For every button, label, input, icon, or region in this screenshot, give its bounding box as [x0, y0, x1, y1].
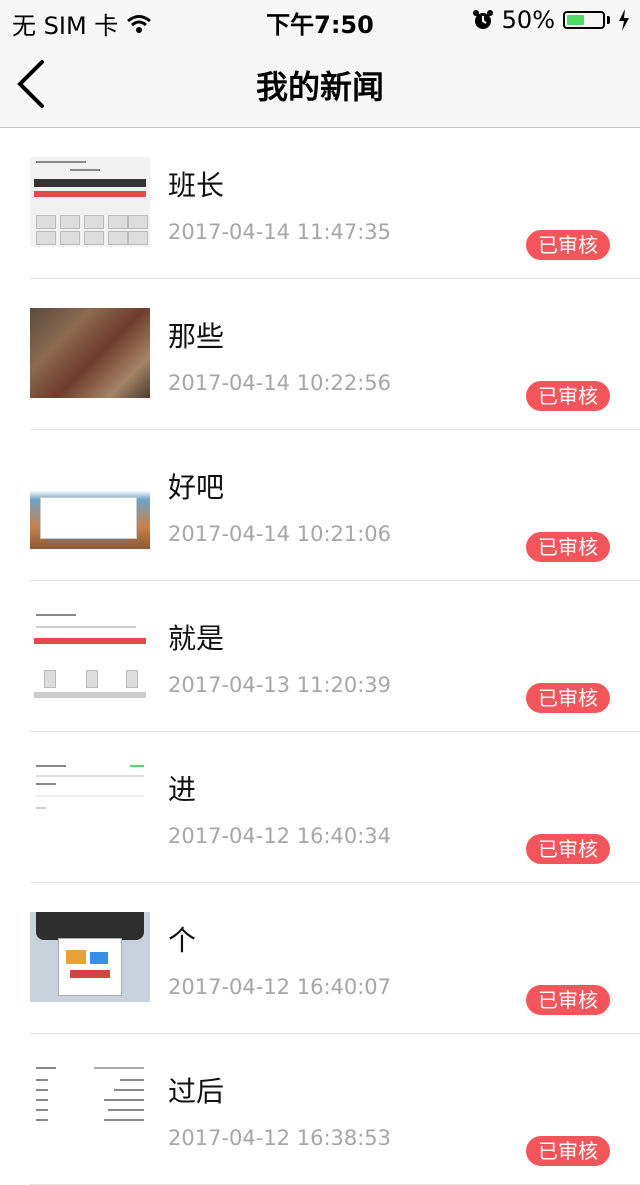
status-right: 50% [472, 6, 630, 34]
navigation-bar: 我的新闻 [0, 40, 640, 128]
status-badge: 已审核 [526, 532, 610, 562]
status-badge: 已审核 [526, 985, 610, 1015]
news-item[interactable]: 那些 2017-04-14 10:22:56 已审核 [30, 279, 640, 430]
news-thumbnail [30, 1063, 150, 1153]
news-thumbnail [30, 761, 150, 851]
news-time: 2017-04-12 16:38:53 [168, 1126, 392, 1150]
news-thumbnail [30, 912, 150, 1002]
news-thumbnail [30, 308, 150, 398]
news-item[interactable]: 个 2017-04-12 16:40:07 已审核 [30, 883, 640, 1034]
status-badge: 已审核 [526, 1136, 610, 1166]
news-thumbnail [30, 459, 150, 549]
charging-bolt-icon [619, 9, 629, 31]
news-title: 个 [168, 924, 197, 957]
news-time: 2017-04-14 10:22:56 [168, 371, 392, 395]
news-thumbnail [30, 157, 150, 247]
news-item[interactable]: 过后 2017-04-12 16:38:53 已审核 [30, 1034, 640, 1185]
news-title: 就是 [168, 622, 225, 655]
news-time: 2017-04-14 10:21:06 [168, 522, 392, 546]
status-bar: 无 SIM 卡 下午7:50 50% [0, 0, 640, 40]
news-time: 2017-04-14 11:47:35 [168, 220, 392, 244]
news-thumbnail [30, 610, 150, 700]
page-title: 我的新闻 [255, 68, 384, 106]
news-title: 过后 [168, 1075, 225, 1108]
battery-nub [607, 16, 610, 24]
news-title: 进 [168, 773, 197, 806]
battery-percent: 50% [501, 6, 555, 34]
status-badge: 已审核 [526, 381, 610, 411]
news-title: 那些 [168, 320, 225, 353]
news-time: 2017-04-12 16:40:07 [168, 975, 392, 999]
news-item[interactable]: 班长 2017-04-14 11:47:35 已审核 [30, 128, 640, 279]
news-item[interactable]: 进 2017-04-12 16:40:34 已审核 [30, 732, 640, 883]
news-item[interactable]: 就是 2017-04-13 11:20:39 已审核 [30, 581, 640, 732]
alarm-clock-icon [472, 10, 493, 29]
news-list: 班长 2017-04-14 11:47:35 已审核 那些 2017-04-14… [0, 128, 640, 1185]
news-item[interactable]: 好吧 2017-04-14 10:21:06 已审核 [30, 430, 640, 581]
status-badge: 已审核 [526, 230, 610, 260]
status-badge: 已审核 [526, 683, 610, 713]
battery-icon [563, 11, 605, 29]
news-time: 2017-04-13 11:20:39 [168, 673, 392, 697]
news-time: 2017-04-12 16:40:34 [168, 824, 392, 848]
news-title: 班长 [168, 169, 225, 202]
status-badge: 已审核 [526, 834, 610, 864]
news-title: 好吧 [168, 471, 225, 504]
battery-level-fill [567, 15, 584, 25]
